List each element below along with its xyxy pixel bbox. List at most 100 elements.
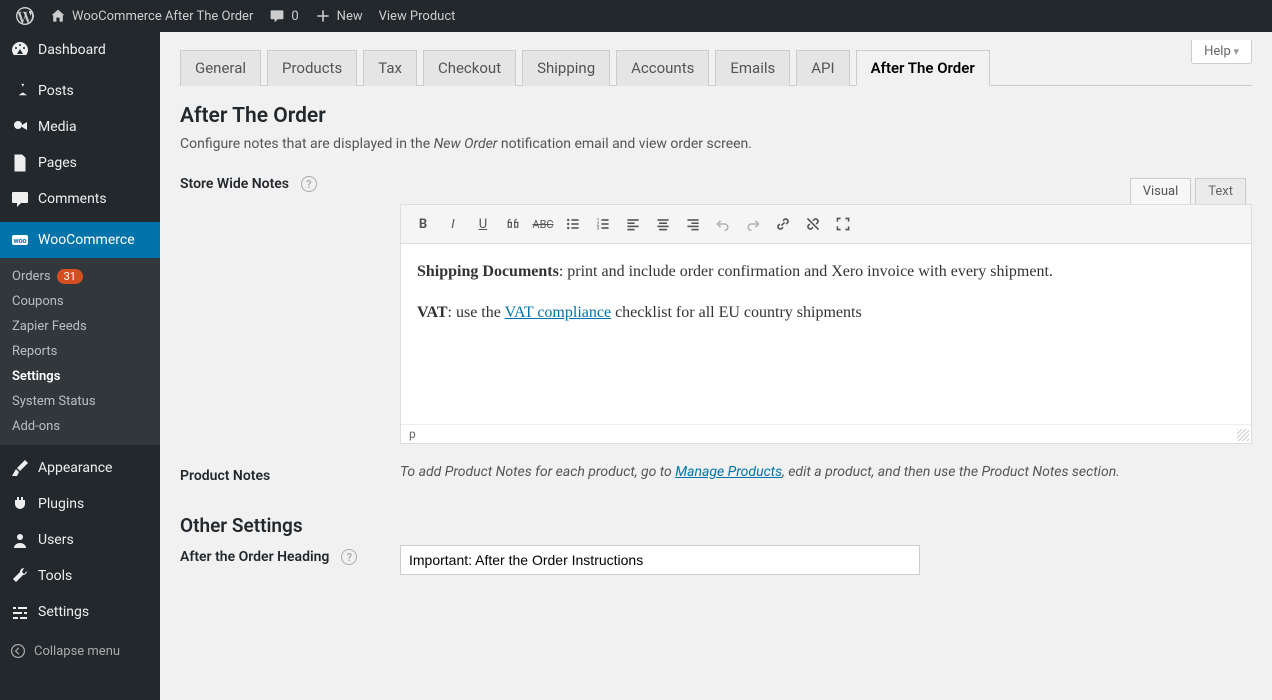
numbered-list-button[interactable]: 123 bbox=[589, 211, 617, 237]
blockquote-button[interactable] bbox=[499, 211, 527, 237]
sidebar-item-label: WooCommerce bbox=[38, 232, 135, 248]
sidebar-item-media[interactable]: Media bbox=[0, 109, 160, 145]
sidebar-item-tools[interactable]: Tools bbox=[0, 558, 160, 594]
sidebar-item-label: Dashboard bbox=[38, 42, 106, 58]
home-icon bbox=[50, 8, 66, 24]
editor-breadcrumb: p bbox=[401, 424, 1251, 443]
submenu-label: Zapier Feeds bbox=[12, 319, 87, 334]
fullscreen-icon bbox=[835, 216, 851, 232]
product-notes-description: To add Product Notes for each product, g… bbox=[400, 464, 1252, 480]
sidebar-item-posts[interactable]: Posts bbox=[0, 73, 160, 109]
submenu-item-reports[interactable]: Reports bbox=[0, 339, 160, 364]
submenu-item-settings[interactable]: Settings bbox=[0, 364, 160, 389]
site-title: WooCommerce After The Order bbox=[72, 9, 253, 24]
sidebar-item-label: Comments bbox=[38, 191, 107, 207]
brush-icon bbox=[10, 458, 30, 478]
align-left-button[interactable] bbox=[619, 211, 647, 237]
submenu-label: Reports bbox=[12, 344, 57, 359]
sidebar-item-label: Media bbox=[38, 119, 77, 135]
submenu-item-addons[interactable]: Add-ons bbox=[0, 414, 160, 439]
sidebar-item-users[interactable]: Users bbox=[0, 522, 160, 558]
content-wrap: Help General Products Tax Checkout Shipp… bbox=[160, 32, 1272, 635]
wrench-icon bbox=[10, 566, 30, 586]
align-center-button[interactable] bbox=[649, 211, 677, 237]
new-content-link[interactable]: New bbox=[307, 0, 371, 32]
redo-button[interactable] bbox=[739, 211, 767, 237]
align-left-icon bbox=[625, 216, 641, 232]
tab-tax[interactable]: Tax bbox=[363, 50, 417, 86]
link-button[interactable] bbox=[769, 211, 797, 237]
sidebar-item-settings[interactable]: Settings bbox=[0, 594, 160, 630]
editor-content[interactable]: Shipping Documents: print and include or… bbox=[401, 244, 1251, 424]
bold-button[interactable]: B bbox=[409, 211, 437, 237]
tab-general[interactable]: General bbox=[180, 50, 261, 86]
quote-icon bbox=[505, 216, 521, 232]
sidebar-item-woocommerce[interactable]: woo WooCommerce bbox=[0, 222, 160, 258]
tab-api[interactable]: API bbox=[796, 50, 849, 86]
comments-link[interactable]: 0 bbox=[261, 0, 306, 32]
view-product-link[interactable]: View Product bbox=[371, 0, 464, 32]
plugin-icon bbox=[10, 494, 30, 514]
sidebar-item-plugins[interactable]: Plugins bbox=[0, 486, 160, 522]
undo-button[interactable] bbox=[709, 211, 737, 237]
redo-icon bbox=[745, 216, 761, 232]
woocommerce-icon: woo bbox=[10, 230, 30, 250]
align-right-button[interactable] bbox=[679, 211, 707, 237]
comment-icon bbox=[269, 8, 285, 24]
store-wide-notes-row: Store Wide Notes ? Visual Text B I U ABC… bbox=[180, 172, 1252, 444]
comment-icon bbox=[10, 189, 30, 209]
user-icon bbox=[10, 530, 30, 550]
submenu-label: Add-ons bbox=[12, 419, 60, 434]
tab-emails[interactable]: Emails bbox=[715, 50, 790, 86]
underline-button[interactable]: U bbox=[469, 211, 497, 237]
submenu-item-zapier[interactable]: Zapier Feeds bbox=[0, 314, 160, 339]
submenu-item-coupons[interactable]: Coupons bbox=[0, 289, 160, 314]
sidebar-item-dashboard[interactable]: Dashboard bbox=[0, 32, 160, 68]
submenu-label: System Status bbox=[12, 394, 96, 409]
submenu-label: Orders bbox=[12, 269, 51, 284]
dashboard-icon bbox=[10, 40, 30, 60]
store-wide-notes-label: Store Wide Notes ? bbox=[180, 172, 400, 192]
editor-tab-text[interactable]: Text bbox=[1195, 178, 1246, 204]
help-icon[interactable]: ? bbox=[341, 549, 357, 565]
sidebar-item-comments[interactable]: Comments bbox=[0, 181, 160, 217]
sidebar-item-label: Pages bbox=[38, 155, 77, 171]
pin-icon bbox=[10, 81, 30, 101]
resize-handle[interactable] bbox=[1237, 429, 1249, 441]
submenu-label: Settings bbox=[12, 369, 60, 384]
vat-compliance-link[interactable]: VAT compliance bbox=[505, 304, 612, 321]
tab-products[interactable]: Products bbox=[267, 50, 357, 86]
fullscreen-button[interactable] bbox=[829, 211, 857, 237]
submenu-item-orders[interactable]: Orders 31 bbox=[0, 264, 160, 289]
new-label: New bbox=[337, 9, 363, 24]
italic-button[interactable]: I bbox=[439, 211, 467, 237]
submenu-label: Coupons bbox=[12, 294, 64, 309]
tab-checkout[interactable]: Checkout bbox=[423, 50, 516, 86]
heading-input[interactable] bbox=[400, 545, 920, 575]
manage-products-link[interactable]: Manage Products bbox=[675, 464, 782, 480]
tab-after-the-order[interactable]: After The Order bbox=[856, 50, 990, 86]
product-notes-row: Product Notes To add Product Notes for e… bbox=[180, 464, 1252, 484]
help-icon[interactable]: ? bbox=[301, 176, 317, 192]
strikethrough-button[interactable]: ABC bbox=[529, 211, 557, 237]
editor-tab-visual[interactable]: Visual bbox=[1130, 178, 1192, 204]
help-tab[interactable]: Help bbox=[1191, 40, 1252, 64]
align-center-icon bbox=[655, 216, 671, 232]
admin-bar: WooCommerce After The Order 0 New View P… bbox=[0, 0, 1272, 32]
tab-accounts[interactable]: Accounts bbox=[616, 50, 709, 86]
tab-shipping[interactable]: Shipping bbox=[522, 50, 610, 86]
submenu-item-system-status[interactable]: System Status bbox=[0, 389, 160, 414]
wp-logo[interactable] bbox=[8, 0, 42, 32]
unlink-button[interactable] bbox=[799, 211, 827, 237]
list-ol-icon: 123 bbox=[595, 216, 611, 232]
bullet-list-button[interactable] bbox=[559, 211, 587, 237]
sidebar-item-pages[interactable]: Pages bbox=[0, 145, 160, 181]
view-product-label: View Product bbox=[379, 9, 456, 24]
unlink-icon bbox=[805, 216, 821, 232]
sidebar-item-appearance[interactable]: Appearance bbox=[0, 450, 160, 486]
pages-icon bbox=[10, 153, 30, 173]
site-name-link[interactable]: WooCommerce After The Order bbox=[42, 0, 261, 32]
sidebar-item-label: Appearance bbox=[38, 460, 112, 476]
collapse-menu-button[interactable]: Collapse menu bbox=[0, 635, 160, 667]
editor-toolbar: B I U ABC 123 bbox=[401, 205, 1251, 244]
